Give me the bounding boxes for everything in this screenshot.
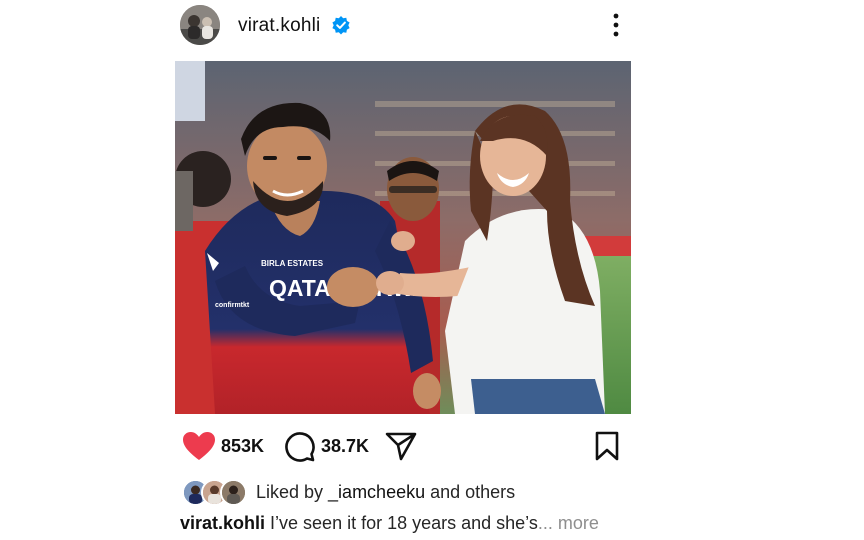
liker-avatar <box>220 479 247 506</box>
username[interactable]: virat.kohli <box>238 15 320 37</box>
liked-by-suffix[interactable]: and others <box>425 482 515 502</box>
liked-by-text: Liked by _iamcheeku and others <box>256 482 515 503</box>
like-count[interactable]: 853K <box>221 436 264 457</box>
post-photo[interactable]: QATAR AIRWAYS BIRLA ESTATES confirmtkt <box>175 61 631 414</box>
jersey-logo-text: BIRLA ESTATES <box>261 259 324 268</box>
jersey-small-logo-text: confirmtkt <box>215 302 250 309</box>
verified-badge-icon <box>332 16 350 35</box>
caption-username[interactable]: virat.kohli <box>180 513 265 533</box>
like-heart-icon[interactable] <box>182 431 216 461</box>
caption: virat.kohli I’ve seen it for 18 years an… <box>180 513 599 534</box>
caption-more-link[interactable]: ... more <box>538 513 599 533</box>
liked-by-user-link[interactable]: _iamcheeku <box>328 482 425 502</box>
save-bookmark-icon[interactable] <box>594 431 620 461</box>
more-options-icon[interactable] <box>608 11 624 39</box>
caption-text: I’ve seen it for 18 years and she’s <box>265 513 538 533</box>
liker-avatars[interactable] <box>182 479 247 506</box>
avatar[interactable] <box>180 5 220 45</box>
post-header: virat.kohli <box>180 5 630 45</box>
comment-icon[interactable] <box>283 430 315 462</box>
liked-by-prefix: Liked by <box>256 482 329 502</box>
instagram-post: virat.kohli QATAR BIRLA ESTATES confirmt… <box>0 0 864 540</box>
share-send-icon[interactable] <box>385 431 417 461</box>
comment-count[interactable]: 38.7K <box>321 436 369 457</box>
